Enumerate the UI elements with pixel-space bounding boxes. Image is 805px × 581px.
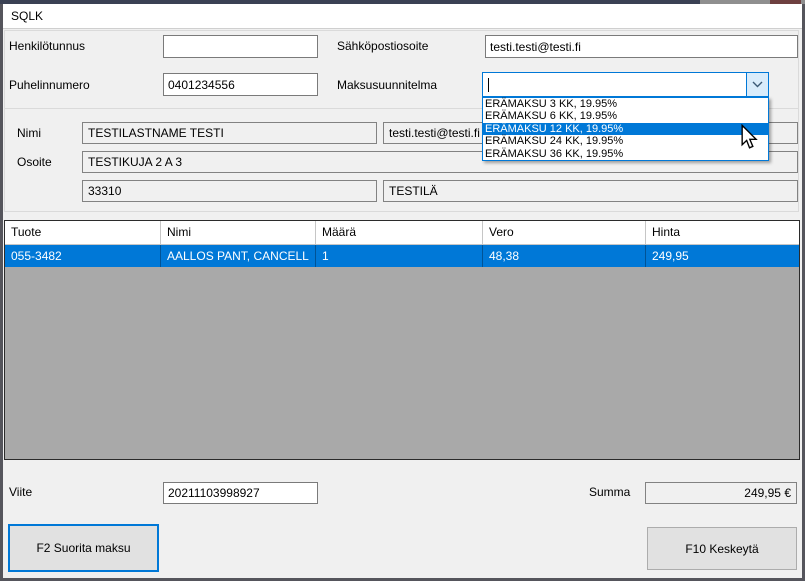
maksusuunnitelma-dropdown-list: ERÄMAKSU 3 KK, 19.95% ERÄMAKSU 6 KK, 19.… <box>482 97 769 161</box>
nimi-label: Nimi <box>17 126 41 141</box>
sahkoposti-input[interactable] <box>485 35 798 58</box>
maksusuunnitelma-combobox[interactable] <box>482 72 769 97</box>
dropdown-option[interactable]: ERÄMAKSU 6 KK, 19.95% <box>483 110 768 122</box>
puhelinnumero-input[interactable] <box>163 73 318 96</box>
cell-vero: 48,38 <box>483 245 646 267</box>
maksusuunnitelma-label: Maksusuunnitelma <box>337 78 437 93</box>
column-header-nimi[interactable]: Nimi <box>161 221 316 244</box>
combobox-dropdown-button[interactable] <box>746 73 768 96</box>
osoite-label: Osoite <box>17 155 52 170</box>
product-table: Tuote Nimi Määrä Vero Hinta 055-3482 AAL… <box>4 220 800 460</box>
viite-input[interactable] <box>163 482 318 504</box>
window-border-left <box>0 4 3 581</box>
summa-label: Summa <box>589 485 630 500</box>
summa-field: 249,95 € <box>645 482 797 504</box>
sahkoposti-label: Sähköpostiosoite <box>337 39 428 54</box>
text-caret <box>488 78 489 92</box>
column-header-hinta[interactable]: Hinta <box>646 221 799 244</box>
cell-maara: 1 <box>316 245 483 267</box>
dropdown-option[interactable]: ERÄMAKSU 3 KK, 19.95% <box>483 98 768 110</box>
henkilotunnus-label: Henkilötunnus <box>9 39 85 54</box>
cell-tuote: 055-3482 <box>5 245 161 267</box>
table-row-selected[interactable]: 055-3482 AALLOS PANT, CANCELL 1 48,38 24… <box>5 245 799 267</box>
dropdown-option-highlighted[interactable]: ERÄMAKSU 12 KK, 19.95% <box>483 123 768 135</box>
cell-nimi: AALLOS PANT, CANCELL <box>161 245 316 267</box>
dropdown-option[interactable]: ERÄMAKSU 24 KK, 19.95% <box>483 135 768 147</box>
nimi-field: TESTILASTNAME TESTI <box>82 122 377 144</box>
dropdown-option[interactable]: ERÄMAKSU 36 KK, 19.95% <box>483 148 768 160</box>
viite-label: Viite <box>9 485 32 500</box>
column-header-maara[interactable]: Määrä <box>316 221 483 244</box>
chevron-down-icon <box>752 81 763 88</box>
column-header-vero[interactable]: Vero <box>483 221 646 244</box>
puhelinnumero-label: Puhelinnumero <box>9 78 90 93</box>
cancel-button[interactable]: F10 Keskeytä <box>647 527 797 570</box>
mouse-cursor-icon <box>740 124 758 150</box>
cell-hinta: 249,95 <box>646 245 799 267</box>
henkilotunnus-input[interactable] <box>163 35 318 58</box>
table-header-row: Tuote Nimi Määrä Vero Hinta <box>5 221 799 245</box>
submit-payment-button[interactable]: F2 Suorita maksu <box>8 524 159 572</box>
postitoimipaikka-field: TESTILÄ <box>383 180 798 202</box>
postinumero-field: 33310 <box>82 180 377 202</box>
window-title: SQLK <box>11 9 43 23</box>
title-bar: SQLK <box>3 4 802 29</box>
column-header-tuote[interactable]: Tuote <box>5 221 161 244</box>
